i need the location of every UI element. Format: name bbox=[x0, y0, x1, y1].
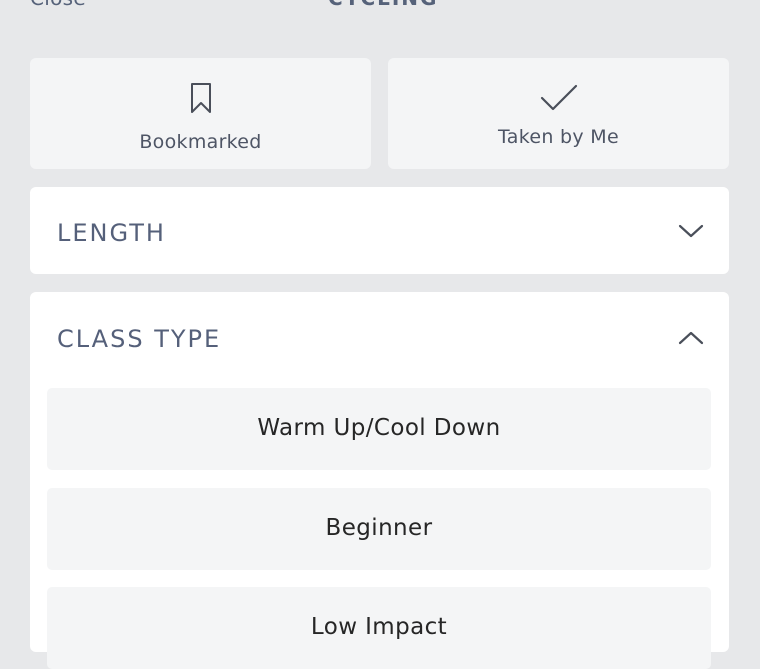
class-type-option-low-impact[interactable]: Low Impact bbox=[47, 587, 711, 669]
length-section-title: LENGTH bbox=[57, 219, 166, 247]
close-button[interactable]: Close bbox=[30, 0, 86, 10]
bookmark-icon bbox=[190, 82, 212, 118]
option-label: Beginner bbox=[325, 515, 433, 541]
class-type-section: CLASS TYPE Warm Up/Cool Down Beginner Lo… bbox=[30, 292, 729, 669]
length-section: LENGTH bbox=[30, 187, 729, 274]
bookmarked-label: Bookmarked bbox=[139, 131, 262, 153]
class-type-section-title: CLASS TYPE bbox=[57, 325, 222, 353]
length-section-header[interactable]: LENGTH bbox=[30, 187, 729, 274]
option-label: Warm Up/Cool Down bbox=[257, 415, 501, 441]
bookmarked-filter-button[interactable]: Bookmarked bbox=[30, 58, 371, 169]
class-type-section-header[interactable]: CLASS TYPE bbox=[30, 292, 729, 384]
chevron-up-icon bbox=[678, 330, 704, 350]
quick-filters: Bookmarked Taken by Me bbox=[30, 58, 729, 169]
taken-by-me-filter-button[interactable]: Taken by Me bbox=[388, 58, 729, 169]
option-label: Low Impact bbox=[310, 614, 448, 640]
taken-by-me-label: Taken by Me bbox=[498, 126, 619, 148]
page-title: CYCLING bbox=[328, 0, 438, 10]
class-type-option-warm-up-cool-down[interactable]: Warm Up/Cool Down bbox=[47, 388, 711, 470]
chevron-down-icon bbox=[678, 223, 704, 243]
class-type-option-beginner[interactable]: Beginner bbox=[47, 488, 711, 570]
checkmark-icon bbox=[540, 84, 578, 116]
top-bar: Close CYCLING bbox=[0, 0, 760, 14]
